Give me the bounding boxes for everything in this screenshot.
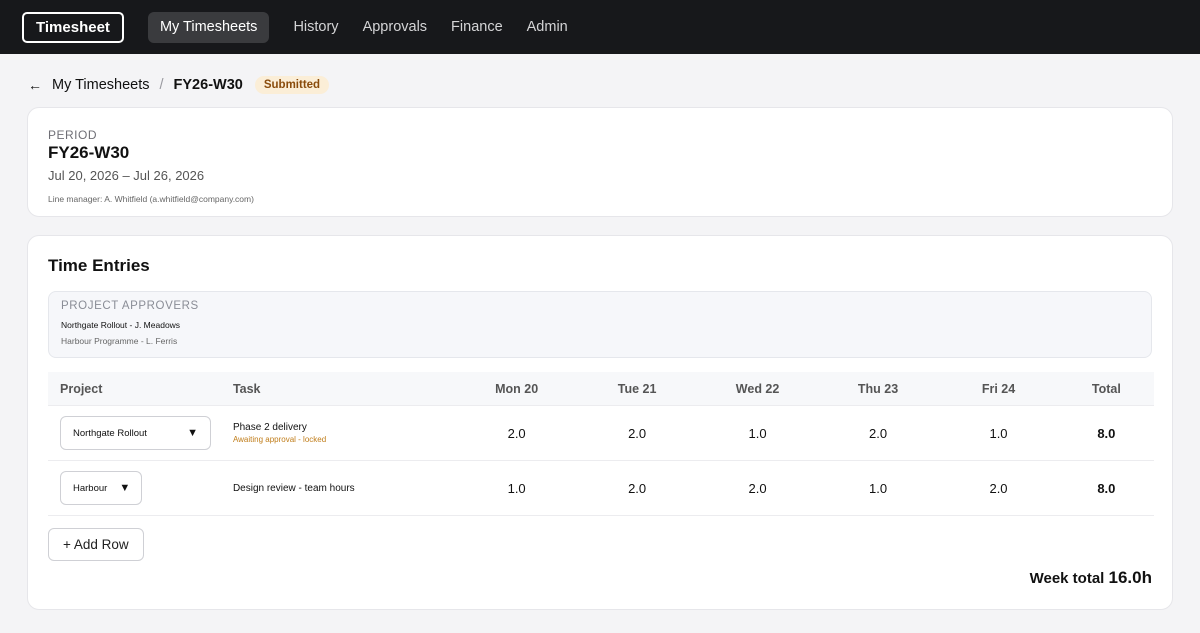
task-name: Design review - team hours [232, 482, 355, 494]
time-entries-card: Time Entries PROJECT APPROVERS Northgate… [27, 235, 1173, 610]
brand-logo[interactable]: Timesheet [22, 11, 124, 43]
task-cell: Design review - team hours [233, 483, 456, 494]
approver-item: Northgate Rollout - J. Meadows [61, 320, 181, 330]
hours-cell: 2.0 [869, 425, 888, 441]
nav-finance[interactable]: Finance [439, 12, 515, 43]
task-lock-note: Awaiting approval - locked [232, 435, 327, 444]
hours-cell: 2.0 [507, 425, 526, 441]
column-header-total: Total [1091, 381, 1121, 396]
table-row: Harbour ▼ Design review - team hours 1.0… [48, 461, 1154, 516]
chevron-down-icon: ▼ [119, 482, 131, 494]
project-select-value: Northgate Rollout [73, 427, 147, 439]
line-manager: Line manager: A. Whitfield (a.whitfield@… [48, 194, 254, 204]
column-header-task: Task [232, 381, 261, 396]
back-arrow-icon[interactable]: ← [28, 77, 42, 93]
project-select-value: Harbour [73, 482, 108, 494]
hours-cell: 1.0 [989, 425, 1008, 441]
row-total: 8.0 [1097, 425, 1116, 441]
table-header: Project Task Mon 20 Tue 21 Wed 22 Thu 23… [48, 372, 1154, 406]
hours-cell: 1.0 [748, 425, 767, 441]
period-dates: Jul 20, 2026 – Jul 26, 2026 [48, 168, 205, 183]
hours-input[interactable]: 2.0 [577, 481, 697, 496]
section-title: Time Entries [48, 256, 150, 275]
hours-cell: 2.0 [628, 425, 647, 441]
week-total-label: Week total [1029, 570, 1105, 587]
hours-input[interactable]: 1.0 [818, 481, 938, 496]
hours-input[interactable]: 1.0 [456, 481, 576, 496]
breadcrumb-current: FY26-W30 [173, 77, 243, 93]
period-card: PERIOD FY26-W30 Jul 20, 2026 – Jul 26, 2… [27, 107, 1173, 217]
approvers-title: PROJECT APPROVERS [61, 300, 199, 312]
column-header-thu: Thu 23 [857, 381, 899, 396]
column-header-tue: Tue 21 [617, 381, 657, 396]
task-name: Phase 2 delivery [232, 422, 307, 433]
hours-input[interactable]: 2.0 [697, 481, 817, 496]
approver-item: Harbour Programme - L. Ferris [61, 336, 178, 346]
table-row: Northgate Rollout ▼ Phase 2 delivery Awa… [48, 406, 1154, 461]
row-total: 8.0 [1097, 480, 1116, 496]
period-label: PERIOD [48, 128, 98, 142]
top-navigation: Timesheet My Timesheets History Approval… [0, 0, 1200, 54]
nav-history[interactable]: History [281, 12, 350, 43]
status-badge: Submitted [254, 76, 330, 94]
hours-input[interactable]: 2.0 [938, 481, 1058, 496]
breadcrumb-separator: / [159, 77, 164, 93]
nav-admin[interactable]: Admin [515, 12, 580, 43]
entries-table: Project Task Mon 20 Tue 21 Wed 22 Thu 23… [48, 372, 1154, 516]
chevron-down-icon: ▼ [187, 427, 198, 439]
nav-my-timesheets[interactable]: My Timesheets [147, 11, 270, 43]
project-select[interactable]: Harbour ▼ [60, 471, 142, 505]
project-select[interactable]: Northgate Rollout ▼ [60, 416, 211, 450]
column-header-wed: Wed 22 [735, 381, 780, 396]
period-title: FY26-W30 [48, 143, 130, 162]
project-approvers-panel: PROJECT APPROVERS Northgate Rollout - J.… [48, 291, 1152, 358]
nav-approvals[interactable]: Approvals [351, 12, 439, 43]
task-cell: Phase 2 delivery Awaiting approval - loc… [233, 422, 456, 444]
week-total-value: 16.0h [1108, 568, 1152, 587]
column-header-mon: Mon 20 [495, 381, 539, 396]
column-header-fri: Fri 24 [981, 381, 1016, 396]
week-total: Week total 16.0h [1030, 568, 1152, 588]
breadcrumb: ← My Timesheets / FY26-W30 Submitted [28, 76, 330, 94]
breadcrumb-parent-link[interactable]: My Timesheets [52, 77, 150, 93]
add-row-button[interactable]: + Add Row [48, 528, 144, 561]
column-header-project: Project [60, 381, 103, 396]
